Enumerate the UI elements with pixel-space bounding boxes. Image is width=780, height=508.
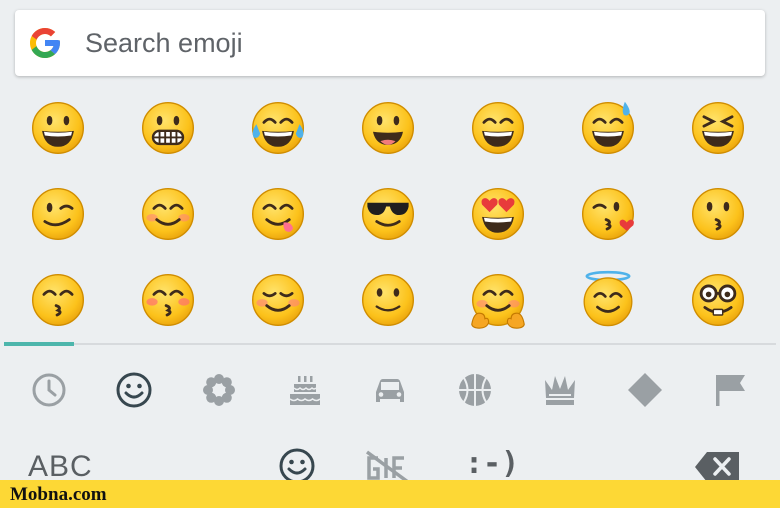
objects-icon — [545, 376, 575, 405]
food-icon — [289, 376, 321, 405]
hugging-face-icon — [471, 273, 525, 329]
face-savouring-food-icon — [251, 187, 305, 241]
category-bar — [0, 354, 780, 426]
smiling-face-open-mouth-smiling-eyes[interactable] — [458, 88, 538, 168]
smiling-face-halo-icon — [583, 270, 633, 327]
category-travel[interactable] — [355, 354, 425, 426]
abc-key[interactable]: ABC — [28, 450, 93, 484]
category-flags[interactable] — [695, 354, 765, 426]
flags-icon — [716, 375, 745, 406]
kissing-face-icon — [691, 187, 745, 241]
emoji-keyboard-icon[interactable] — [277, 444, 317, 484]
kissing-face-smiling-eyes-icon — [31, 273, 85, 327]
category-symbols[interactable] — [610, 354, 680, 426]
smiling-face-heart-eyes-icon — [471, 187, 525, 241]
grinning-face[interactable] — [18, 88, 98, 168]
smiling-face-halo[interactable] — [568, 260, 648, 340]
face-throwing-kiss[interactable] — [568, 174, 648, 254]
google-g-logo-icon — [30, 28, 60, 58]
face-savouring-food[interactable] — [238, 174, 318, 254]
delete-key-icon[interactable] — [693, 444, 743, 484]
smiling-face-heart-eyes[interactable] — [458, 174, 538, 254]
recent-icon — [32, 373, 66, 407]
smiling-face-sunglasses-icon — [361, 187, 415, 241]
nature-icon — [203, 374, 235, 406]
grimacing-face-icon — [141, 101, 195, 155]
nerd-face-icon — [691, 273, 745, 327]
smiling-face-open-mouth[interactable] — [348, 88, 428, 168]
activity-icon — [459, 374, 491, 406]
watermark-banner: Mobna.com — [0, 480, 780, 508]
category-recent[interactable] — [14, 354, 84, 426]
kissing-face[interactable] — [678, 174, 758, 254]
face-throwing-kiss-icon — [581, 187, 635, 241]
winking-face[interactable] — [18, 174, 98, 254]
smiling-face-blush-icon — [251, 273, 305, 327]
emoji-search-bar[interactable] — [15, 10, 765, 76]
hugging-face[interactable] — [458, 260, 538, 340]
category-nature[interactable] — [184, 354, 254, 426]
category-food[interactable] — [270, 354, 340, 426]
category-divider — [4, 343, 776, 345]
smiling-face-open-mouth-icon — [361, 101, 415, 155]
smiling-face-smiling-eyes-icon — [141, 187, 195, 241]
smiling-face-smiling-eyes[interactable] — [128, 174, 208, 254]
kissing-face-closed-eyes[interactable] — [128, 260, 208, 340]
category-smileys[interactable] — [99, 354, 169, 426]
smiling-face-tightly-closed-eyes-icon — [691, 101, 745, 155]
nerd-face[interactable] — [678, 260, 758, 340]
kissing-face-smiling-eyes[interactable] — [18, 260, 98, 340]
smiling-face-open-mouth-smiling-eyes-icon — [471, 101, 525, 155]
kissing-face-closed-eyes-icon — [141, 273, 195, 327]
travel-icon — [376, 379, 404, 402]
keyboard-bottom-row: ABC :-) — [0, 440, 780, 484]
category-activity[interactable] — [440, 354, 510, 426]
winking-face-icon — [31, 187, 85, 241]
smileys-icon — [116, 372, 152, 408]
emoji-grid — [0, 84, 780, 342]
face-with-tears-of-joy[interactable] — [238, 88, 318, 168]
grinning-face-icon — [31, 101, 85, 155]
smiling-face-tightly-closed-eyes[interactable] — [678, 88, 758, 168]
category-objects[interactable] — [525, 354, 595, 426]
watermark-text: Mobna.com — [10, 484, 107, 505]
symbols-icon — [628, 373, 662, 407]
slightly-smiling-face[interactable] — [348, 260, 428, 340]
search-input[interactable] — [85, 27, 705, 59]
emoticon-key[interactable]: :-) — [465, 446, 519, 481]
active-category-indicator — [4, 342, 74, 346]
slightly-smiling-face-icon — [361, 273, 415, 327]
smiling-face-sunglasses[interactable] — [348, 174, 428, 254]
face-with-tears-of-joy-icon — [251, 101, 305, 155]
smiling-face-blush[interactable] — [238, 260, 318, 340]
smiling-face-open-mouth-cold-sweat-icon — [581, 101, 635, 155]
smiling-face-open-mouth-cold-sweat[interactable] — [568, 88, 648, 168]
grimacing-face[interactable] — [128, 88, 208, 168]
gif-off-icon[interactable] — [364, 444, 412, 484]
